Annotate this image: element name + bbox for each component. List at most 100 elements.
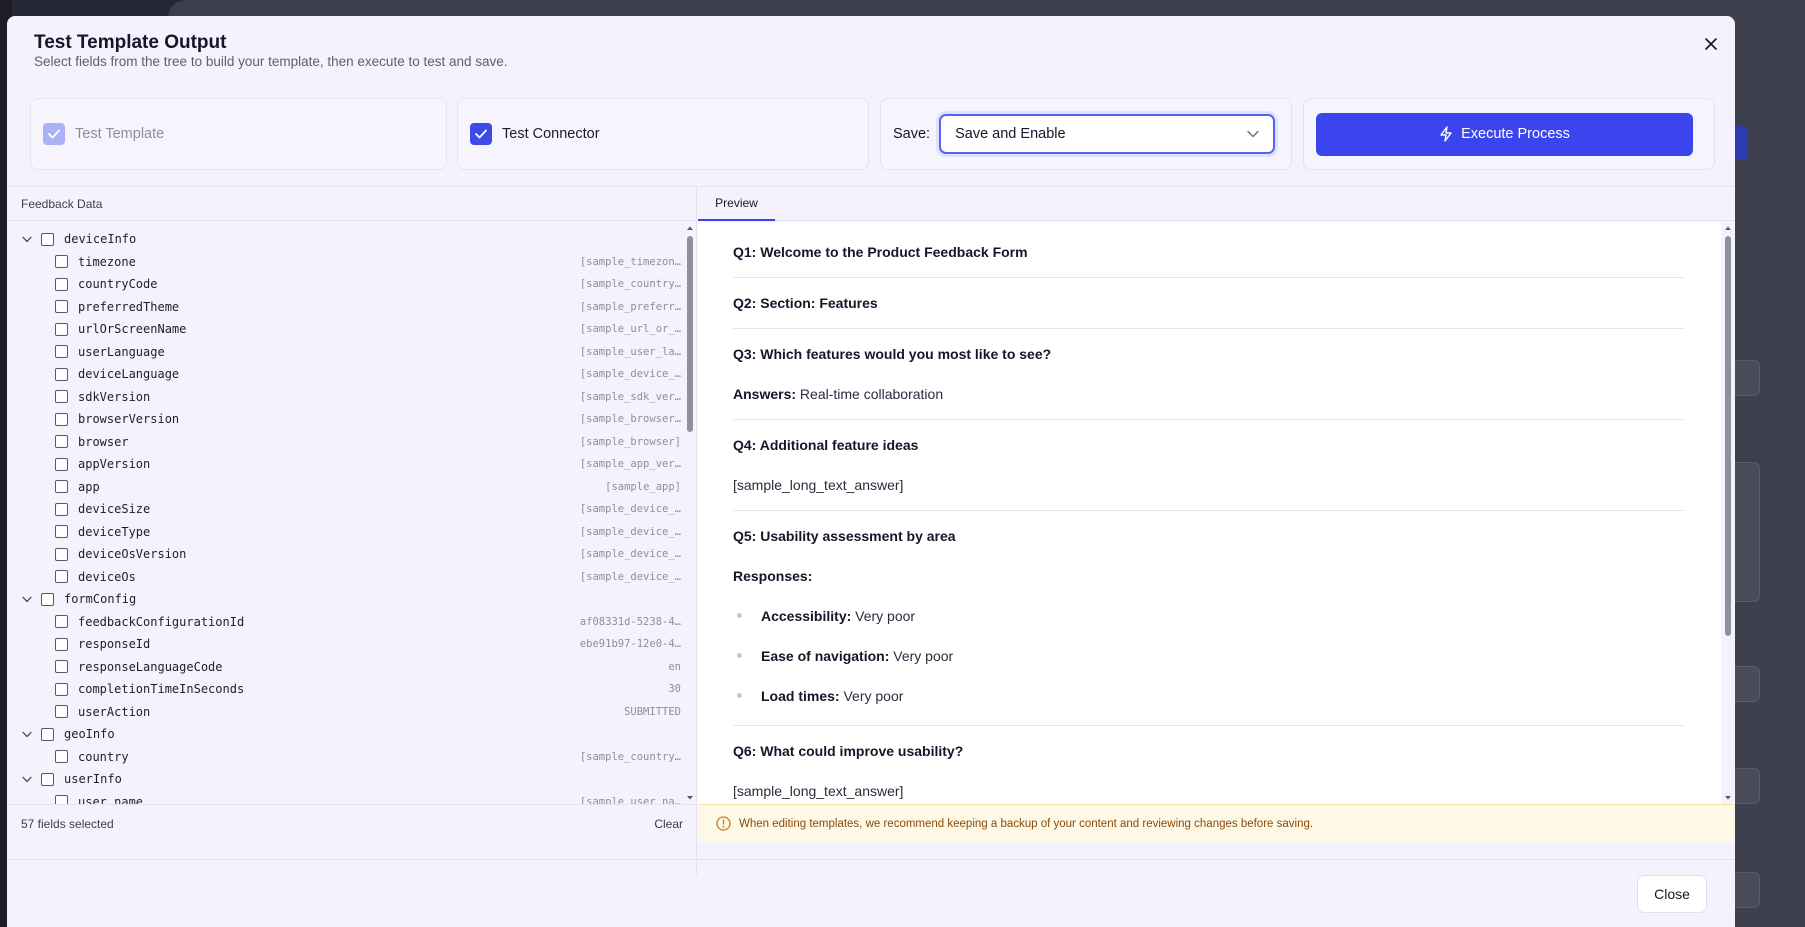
field-sample-value: [sample_country… bbox=[579, 278, 681, 291]
field-sample-value: [sample_preferr… bbox=[579, 300, 681, 313]
tree-field-row[interactable]: user_name [sample_user_na… bbox=[7, 791, 683, 804]
field-sample-value: en bbox=[668, 660, 681, 673]
field-checkbox[interactable] bbox=[55, 480, 68, 494]
tree-field-row[interactable]: userAction SUBMITTED bbox=[7, 701, 683, 724]
tree-group-row[interactable]: deviceInfo bbox=[7, 228, 683, 251]
tree-field-row[interactable]: urlOrScreenName [sample_url_or_… bbox=[7, 318, 683, 341]
tree-field-row[interactable]: browser [sample_browser] bbox=[7, 431, 683, 454]
warning-text: When editing templates, we recommend kee… bbox=[739, 817, 1314, 830]
field-checkbox[interactable] bbox=[55, 750, 68, 764]
field-sample-value: [sample_country… bbox=[579, 750, 681, 763]
tree-field-row[interactable]: sdkVersion [sample_sdk_ver… bbox=[7, 386, 683, 409]
close-icon[interactable] bbox=[1697, 30, 1725, 58]
field-sample-value: [sample_device_… bbox=[579, 525, 681, 538]
preview-scrollbar[interactable] bbox=[1722, 222, 1734, 804]
test-connector-checkbox[interactable] bbox=[470, 123, 492, 145]
tree-field-row[interactable]: userLanguage [sample_user_la… bbox=[7, 341, 683, 364]
execute-process-button[interactable]: Execute Process bbox=[1316, 112, 1693, 156]
tree-group-row[interactable]: geoInfo bbox=[7, 723, 683, 746]
bullet bbox=[737, 693, 742, 698]
test-template-checkbox[interactable] bbox=[43, 123, 65, 145]
field-checkbox[interactable] bbox=[55, 255, 68, 269]
field-checkbox[interactable] bbox=[55, 300, 68, 314]
field-checkbox[interactable] bbox=[55, 435, 68, 449]
tree-field-row[interactable]: app [sample_app] bbox=[7, 476, 683, 499]
tree-field-row[interactable]: completionTimeInSeconds 30 bbox=[7, 678, 683, 701]
preview-panel: Preview Q1: Welcome to the Product Feedb… bbox=[698, 187, 1735, 875]
tree-footer: 57 fields selected Clear bbox=[7, 804, 697, 842]
tree-field-row[interactable]: appVersion [sample_app_ver… bbox=[7, 453, 683, 476]
tree-field-row[interactable]: countryCode [sample_country… bbox=[7, 273, 683, 296]
field-checkbox[interactable] bbox=[55, 682, 68, 696]
field-sample-value: [sample_device_… bbox=[579, 503, 681, 516]
group-checkbox[interactable] bbox=[41, 232, 54, 246]
group-checkbox[interactable] bbox=[41, 727, 54, 741]
tree-group-row[interactable]: userInfo bbox=[7, 768, 683, 791]
field-sample-value: [sample_app_ver… bbox=[579, 458, 681, 471]
tree-field-row[interactable]: deviceOs [sample_device_… bbox=[7, 566, 683, 589]
field-sample-value: ebe91b97-12e0-4… bbox=[579, 638, 681, 651]
fields-selected-count: 57 fields selected bbox=[21, 816, 114, 831]
field-checkbox[interactable] bbox=[55, 570, 68, 584]
field-checkbox[interactable] bbox=[55, 547, 68, 561]
field-checkbox[interactable] bbox=[55, 637, 68, 651]
separator bbox=[733, 277, 1684, 278]
chevron-down-icon[interactable] bbox=[21, 773, 33, 785]
tree-field-row[interactable]: deviceType [sample_device_… bbox=[7, 521, 683, 544]
field-checkbox[interactable] bbox=[55, 345, 68, 359]
save-mode-select[interactable]: Save and Enable bbox=[939, 114, 1276, 154]
tree-scrollbar[interactable] bbox=[684, 222, 696, 804]
tree-field-row[interactable]: deviceSize [sample_device_… bbox=[7, 498, 683, 521]
clear-selection-button[interactable]: Clear bbox=[654, 817, 683, 831]
execute-process-label: Execute Process bbox=[1461, 126, 1570, 142]
tree-field-row[interactable]: deviceOsVersion [sample_device_… bbox=[7, 543, 683, 566]
chevron-down-icon[interactable] bbox=[21, 593, 33, 605]
answers-value: Real-time collaboration bbox=[799, 386, 944, 402]
group-checkbox[interactable] bbox=[41, 772, 54, 786]
field-checkbox[interactable] bbox=[55, 412, 68, 426]
save-mode-value: Save and Enable bbox=[955, 126, 1066, 142]
field-sample-value: [sample_sdk_ver… bbox=[579, 390, 681, 403]
field-checkbox[interactable] bbox=[55, 457, 68, 471]
field-name: formConfig bbox=[64, 592, 137, 607]
field-name: browser bbox=[78, 434, 129, 449]
chevron-down-icon[interactable] bbox=[21, 233, 33, 245]
tree-field-row[interactable]: responseLanguageCode en bbox=[7, 656, 683, 679]
field-name: deviceOsVersion bbox=[78, 547, 187, 562]
tree-field-row[interactable]: browserVersion [sample_browser… bbox=[7, 408, 683, 431]
field-checkbox[interactable] bbox=[55, 390, 68, 404]
response-value: Very poor bbox=[843, 688, 904, 704]
field-name: user_name bbox=[78, 794, 144, 804]
tree-field-row[interactable]: preferredTheme [sample_preferr… bbox=[7, 296, 683, 319]
field-name: browserVersion bbox=[78, 412, 180, 427]
field-checkbox[interactable] bbox=[55, 795, 68, 804]
tree-field-row[interactable]: country [sample_country… bbox=[7, 746, 683, 769]
question-4: Q4: Additional feature ideas bbox=[733, 437, 919, 453]
field-name: responseId bbox=[78, 637, 151, 652]
field-checkbox[interactable] bbox=[55, 660, 68, 674]
test-template-card: Test Template bbox=[30, 98, 447, 170]
group-checkbox[interactable] bbox=[41, 592, 54, 606]
bullet bbox=[737, 653, 742, 658]
tab-preview[interactable]: Preview bbox=[698, 187, 775, 221]
field-checkbox[interactable] bbox=[55, 367, 68, 381]
preview-tabs: Preview bbox=[698, 187, 1735, 221]
field-checkbox[interactable] bbox=[55, 322, 68, 336]
close-button[interactable]: Close bbox=[1637, 875, 1707, 913]
tree-field-row[interactable]: responseId ebe91b97-12e0-4… bbox=[7, 633, 683, 656]
tree-field-row[interactable]: deviceLanguage [sample_device_… bbox=[7, 363, 683, 386]
field-sample-value: [sample_device_… bbox=[579, 548, 681, 561]
field-checkbox[interactable] bbox=[55, 705, 68, 719]
chevron-down-icon[interactable] bbox=[21, 728, 33, 740]
modal-subtitle: Select fields from the tree to build you… bbox=[34, 54, 508, 69]
field-checkbox[interactable] bbox=[55, 615, 68, 629]
field-sample-value: [sample_browser… bbox=[579, 413, 681, 426]
field-checkbox[interactable] bbox=[55, 502, 68, 516]
field-checkbox[interactable] bbox=[55, 525, 68, 539]
field-name: app bbox=[78, 479, 100, 494]
field-name: countryCode bbox=[78, 277, 158, 292]
field-checkbox[interactable] bbox=[55, 277, 68, 291]
tree-group-row[interactable]: formConfig bbox=[7, 588, 683, 611]
tree-field-row[interactable]: feedbackConfigurationId af08331d-5238-4… bbox=[7, 611, 683, 634]
tree-field-row[interactable]: timezone [sample_timezon… bbox=[7, 251, 683, 274]
